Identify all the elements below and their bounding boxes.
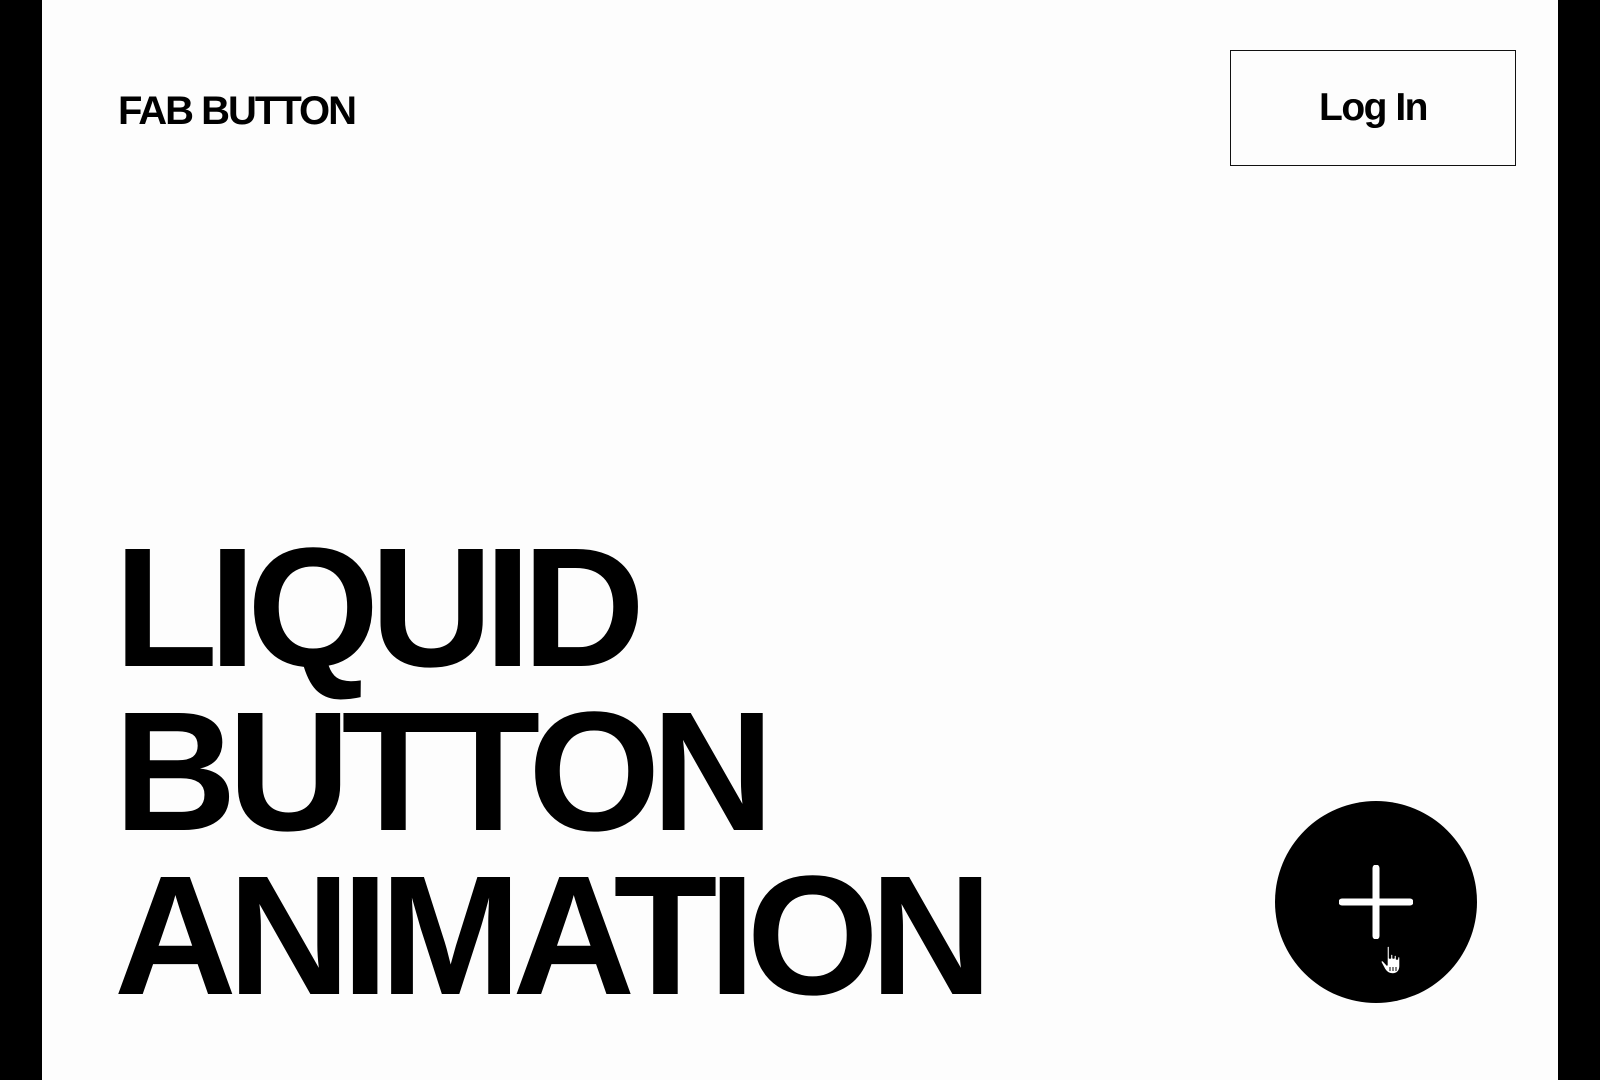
hero-line-3: ANIMATION	[114, 841, 993, 1031]
login-button[interactable]: Log In	[1230, 50, 1516, 166]
fab-button[interactable]	[1275, 801, 1477, 1003]
brand-logo[interactable]: FAB BUTTON	[118, 88, 357, 134]
hero-line-2: BUTTON	[114, 677, 774, 867]
hero-title: LIQUID BUTTON ANIMATION	[114, 513, 993, 1031]
plus-icon	[1339, 865, 1413, 939]
hand-pointer-icon	[1380, 945, 1401, 975]
page-frame: FAB BUTTON Log In LIQUID BUTTON ANIMATIO…	[42, 0, 1558, 1080]
hero-line-1: LIQUID	[114, 513, 645, 703]
